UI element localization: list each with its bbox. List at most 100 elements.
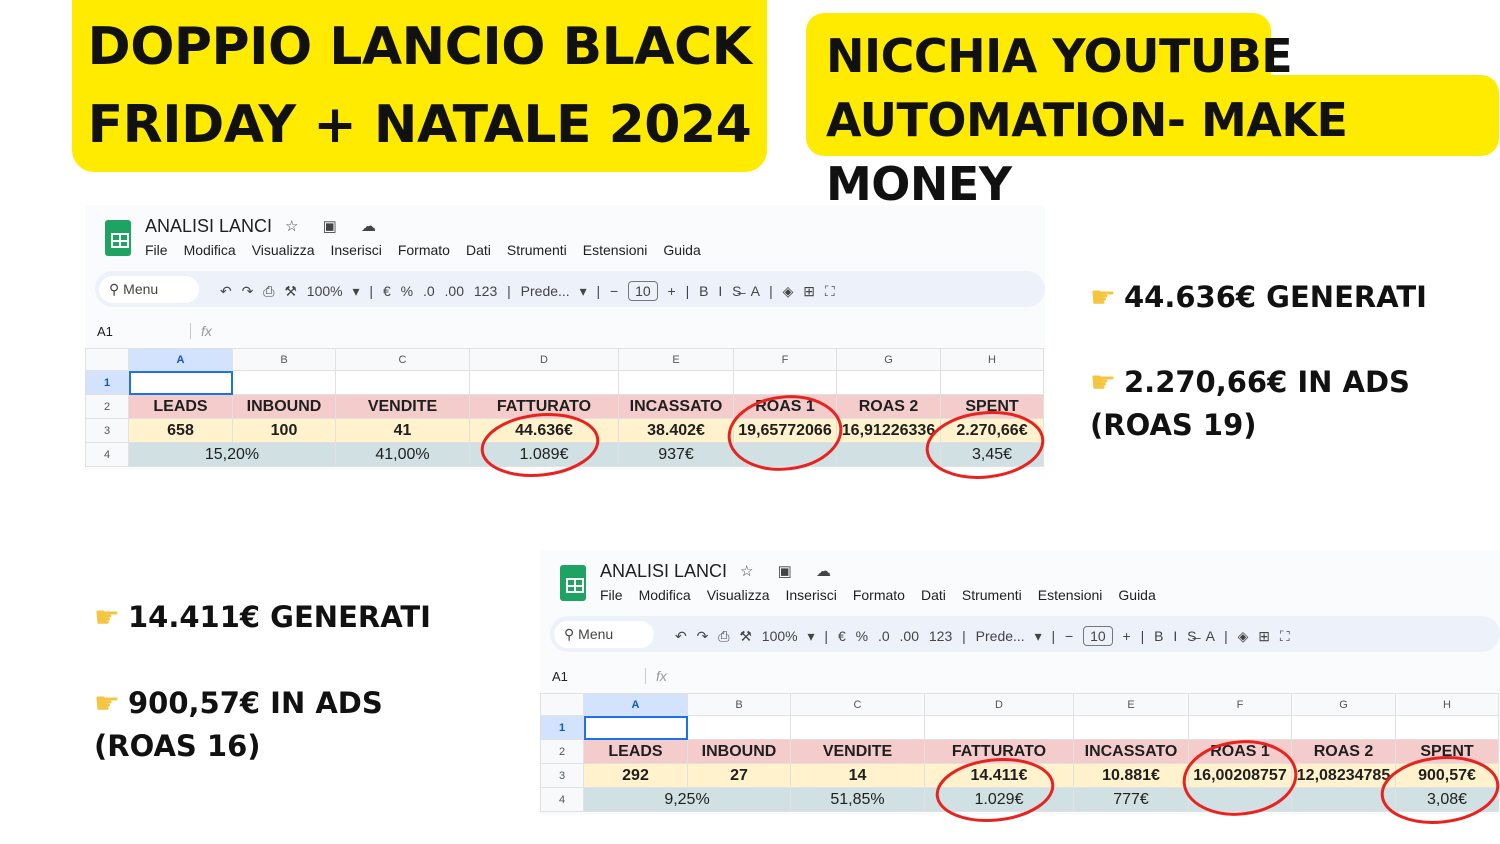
cell[interactable]: [1395, 715, 1499, 740]
paint-format-icon[interactable]: ⚒: [284, 283, 306, 299]
cell[interactable]: [836, 370, 941, 395]
menu-item-strumenti[interactable]: Strumenti: [507, 242, 567, 258]
menu-item-inserisci[interactable]: Inserisci: [330, 242, 381, 258]
header-cell-leads[interactable]: LEADS: [583, 739, 688, 764]
value-cell[interactable]: 12,08234785: [1291, 763, 1396, 788]
header-cell-incassato[interactable]: INCASSATO: [1073, 739, 1189, 764]
chevron-down-icon[interactable]: ▾ | −: [1025, 628, 1083, 644]
value-cell[interactable]: 19,65772066: [733, 418, 837, 443]
text-color-icon[interactable]: A |: [1206, 628, 1238, 644]
value-cell[interactable]: [1291, 787, 1396, 812]
italic-icon[interactable]: I: [718, 283, 732, 299]
font-size-input[interactable]: 10: [1083, 626, 1113, 646]
menu-item-modifica[interactable]: Modifica: [184, 242, 236, 258]
row-header[interactable]: 1: [540, 715, 584, 740]
cell[interactable]: [940, 370, 1044, 395]
column-header-G[interactable]: G: [1291, 693, 1396, 716]
value-cell[interactable]: 1.029€: [924, 787, 1074, 812]
corner-cell[interactable]: [85, 348, 129, 371]
row-header[interactable]: 3: [85, 418, 129, 443]
value-cell[interactable]: 14: [790, 763, 925, 788]
merge-icon[interactable]: ⛶: [825, 283, 835, 299]
zoom-select[interactable]: 100%: [762, 628, 798, 644]
strikethrough-icon[interactable]: S̶: [1187, 628, 1205, 644]
cell[interactable]: [1073, 715, 1189, 740]
column-header-A[interactable]: A: [583, 693, 688, 716]
value-cell[interactable]: 16,00208757: [1188, 763, 1292, 788]
header-cell-roas-2[interactable]: ROAS 2: [836, 394, 941, 419]
value-cell[interactable]: [733, 442, 837, 467]
header-cell-spent[interactable]: SPENT: [940, 394, 1044, 419]
column-header-H[interactable]: H: [940, 348, 1044, 371]
menu-item-modifica[interactable]: Modifica: [639, 587, 691, 603]
column-header-E[interactable]: E: [1073, 693, 1189, 716]
cell[interactable]: [469, 370, 619, 395]
print-icon[interactable]: ⎙: [263, 283, 284, 299]
header-cell-spent[interactable]: SPENT: [1395, 739, 1499, 764]
value-cell[interactable]: 41: [335, 418, 470, 443]
header-cell-incassato[interactable]: INCASSATO: [618, 394, 734, 419]
column-header-D[interactable]: D: [924, 693, 1074, 716]
fill-color-icon[interactable]: ◈: [783, 283, 804, 299]
header-cell-roas-2[interactable]: ROAS 2: [1291, 739, 1396, 764]
undo-icon[interactable]: ↶: [220, 283, 242, 299]
header-cell-roas-1[interactable]: ROAS 1: [733, 394, 837, 419]
value-cell[interactable]: 658: [128, 418, 233, 443]
column-header-A[interactable]: A: [128, 348, 233, 371]
fill-color-icon[interactable]: ◈: [1238, 628, 1259, 644]
row-header[interactable]: 1: [85, 370, 129, 395]
menu-item-dati[interactable]: Dati: [921, 587, 946, 603]
value-cell[interactable]: 937€: [618, 442, 734, 467]
font-size-input[interactable]: 10: [628, 281, 658, 301]
font-select[interactable]: Prede...: [521, 283, 570, 299]
redo-icon[interactable]: ↷: [697, 628, 719, 644]
value-cell[interactable]: 27: [687, 763, 791, 788]
value-cell[interactable]: 292: [583, 763, 688, 788]
value-cell[interactable]: 777€: [1073, 787, 1189, 812]
header-cell-vendite[interactable]: VENDITE: [335, 394, 470, 419]
menu-item-file[interactable]: File: [600, 587, 623, 603]
borders-icon[interactable]: ⊞: [1258, 628, 1280, 644]
menu-item-strumenti[interactable]: Strumenti: [962, 587, 1022, 603]
font-select[interactable]: Prede...: [976, 628, 1025, 644]
column-header-E[interactable]: E: [618, 348, 734, 371]
menu-item-dati[interactable]: Dati: [466, 242, 491, 258]
row-header[interactable]: 4: [85, 442, 129, 467]
bold-icon[interactable]: B: [1154, 628, 1173, 644]
cell[interactable]: [790, 715, 925, 740]
value-cell[interactable]: [1188, 787, 1292, 812]
value-cell[interactable]: 3,45€: [940, 442, 1044, 467]
cell[interactable]: [733, 370, 837, 395]
merge-icon[interactable]: ⛶: [1280, 628, 1290, 644]
menu-item-formato[interactable]: Formato: [398, 242, 450, 258]
document-title[interactable]: ANALISI LANCI: [145, 216, 272, 237]
column-header-D[interactable]: D: [469, 348, 619, 371]
chevron-down-icon[interactable]: ▾ | € % .0 .00 123 |: [798, 628, 976, 644]
cell[interactable]: [335, 370, 470, 395]
value-cell[interactable]: 900,57€: [1395, 763, 1499, 788]
borders-icon[interactable]: ⊞: [803, 283, 825, 299]
star-folder-cloud-icons[interactable]: ☆ ▣ ☁: [285, 217, 386, 235]
grid[interactable]: A B C D E F G H 1 2 LEADS INBOUND VENDITE FATTURATO IN…: [85, 348, 1044, 467]
header-cell-roas-1[interactable]: ROAS 1: [1188, 739, 1292, 764]
header-cell-fatturato[interactable]: FATTURATO: [469, 394, 619, 419]
value-cell[interactable]: 44.636€: [469, 418, 619, 443]
value-cell[interactable]: [836, 442, 941, 467]
row-header[interactable]: 4: [540, 787, 584, 812]
header-cell-vendite[interactable]: VENDITE: [790, 739, 925, 764]
menu-search[interactable]: ⚲ Menu: [554, 621, 654, 648]
formula-bar[interactable]: fx: [645, 668, 667, 684]
grid[interactable]: A B C D E F G H 1 2 LEADS INBOUND VENDITE FATTURATO IN…: [540, 693, 1499, 812]
cell[interactable]: [1188, 715, 1292, 740]
value-cell[interactable]: 41,00%: [335, 442, 470, 467]
column-header-F[interactable]: F: [733, 348, 837, 371]
menu-item-estensioni[interactable]: Estensioni: [583, 242, 648, 258]
value-cell[interactable]: 10.881€: [1073, 763, 1189, 788]
print-icon[interactable]: ⎙: [718, 628, 739, 644]
menu-search[interactable]: ⚲ Menu: [99, 276, 199, 303]
paint-format-icon[interactable]: ⚒: [739, 628, 761, 644]
column-header-C[interactable]: C: [790, 693, 925, 716]
cell[interactable]: [232, 370, 336, 395]
chevron-down-icon[interactable]: ▾ | −: [570, 283, 628, 299]
row-header[interactable]: 2: [85, 394, 129, 419]
